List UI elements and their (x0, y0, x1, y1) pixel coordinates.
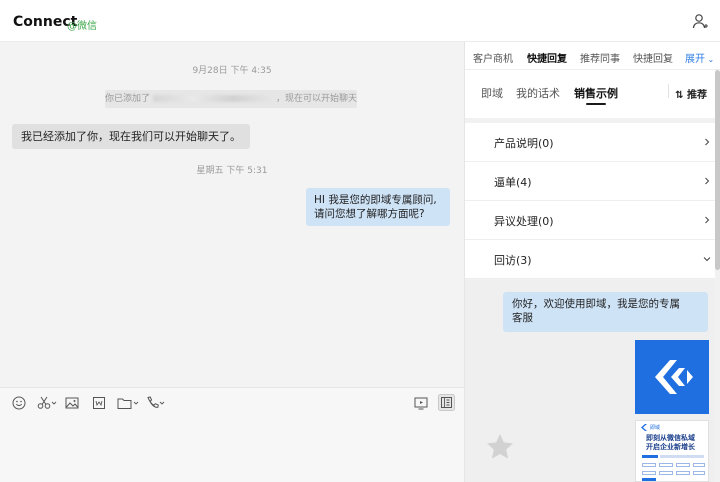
message-timestamp: 9月28日 下午 4:35 (192, 66, 272, 76)
category-row[interactable]: 产品说明(0) (465, 123, 715, 162)
category-row[interactable]: 异议处理(0) (465, 201, 715, 240)
star-icon[interactable] (485, 432, 515, 462)
outgoing-message-bubble[interactable]: HI 我是您的即域专属顾问, 请问您想了解哪方面呢? (306, 188, 450, 226)
right-panel-tabs: 客户商机 快捷回复 推荐同事 快捷回复 展开 ⌄ (465, 42, 720, 70)
tab-customer-opportunity[interactable]: 客户商机 (473, 50, 513, 65)
sidebar-toggle-icon[interactable] (438, 394, 455, 411)
tab-recommend-colleague[interactable]: 推荐同事 (580, 50, 620, 65)
redacted-name (153, 95, 274, 102)
expanded-replies: 你好，欢迎使用即域，我是您的专属 客服 即域 即刻从微信私域 开启企业新增长 (465, 280, 715, 482)
quick-reply-image-poster[interactable]: 即域 即刻从微信私域 开启企业新增长 (635, 420, 709, 482)
folder-icon[interactable] (117, 396, 139, 410)
quick-reply-text[interactable]: 你好，欢迎使用即域，我是您的专属 客服 (503, 292, 708, 332)
expand-button[interactable]: 展开 ⌄ (685, 50, 714, 65)
sort-recommend-button[interactable]: ⇅ 推荐 (675, 86, 707, 101)
poster-chip (693, 471, 705, 475)
tab-quick-reply[interactable]: 快捷回复 (527, 50, 567, 65)
quick-reply-panel: 客户商机 快捷回复 推荐同事 快捷回复 展开 ⌄ 即域 我的话术 销售示例 ⇅ … (464, 42, 720, 482)
chevron-right-icon (705, 177, 710, 185)
poster-chip (693, 463, 705, 467)
poster-chip (659, 463, 673, 467)
quick-reply-image-logo[interactable] (635, 340, 709, 414)
category-list: 产品说明(0) 逼单(4) 异议处理(0) 回访(3) (465, 123, 715, 279)
poster-chip (676, 463, 690, 467)
chevron-down-icon (703, 257, 711, 262)
brand-logo-icon (641, 424, 647, 431)
phone-icon[interactable] (145, 396, 165, 410)
system-notice-suffix: ，现在可以开始聊天了。 (276, 94, 357, 104)
tab-quick-reply-2[interactable]: 快捷回复 (633, 50, 673, 65)
message-composer[interactable] (0, 387, 464, 482)
word-file-icon[interactable] (92, 396, 106, 410)
poster-title: 即刻从微信私域 开启企业新增长 (646, 434, 695, 452)
category-label: 产品说明(0) (494, 137, 554, 150)
screen-share-icon[interactable] (414, 396, 428, 410)
poster-title-line: 即刻从微信私域 (646, 434, 695, 442)
category-row[interactable]: 逼单(4) (465, 162, 715, 201)
subtab-my-scripts[interactable]: 我的话术 (516, 85, 560, 101)
active-tab-indicator (586, 103, 606, 105)
recommend-label: 推荐 (687, 90, 707, 101)
expand-label: 展开 (685, 54, 705, 65)
poster-brand: 即域 (650, 425, 661, 431)
poster-strip (660, 455, 704, 458)
sort-icon: ⇅ (675, 90, 684, 101)
chevron-right-icon (705, 216, 710, 224)
reply-line: 客服 (512, 312, 533, 324)
category-label: 异议处理(0) (494, 215, 554, 228)
category-row[interactable]: 回访(3) (465, 240, 715, 279)
subtab-sales-examples[interactable]: 销售示例 (574, 85, 618, 101)
divider (668, 84, 669, 98)
chat-message-area[interactable]: 9月28日 下午 4:35 你已添加了 ，现在可以开始聊天了。 我已经添加了你，现… (0, 42, 464, 387)
person-icon[interactable] (692, 13, 708, 29)
reply-source-tabs: 即域 我的话术 销售示例 ⇅ 推荐 (465, 70, 720, 118)
poster-title-line: 开启企业新增长 (646, 443, 695, 451)
message-line: 请问您想了解哪方面呢? (314, 208, 425, 220)
chevron-right-icon (705, 138, 710, 146)
message-timestamp: 星期五 下午 5:31 (196, 166, 268, 176)
message-line: HI 我是您的即域专属顾问, (314, 194, 437, 206)
poster-chip (676, 471, 690, 475)
brand-logo-icon (655, 360, 693, 394)
scissors-icon[interactable] (37, 396, 57, 410)
reply-line: 你好，欢迎使用即域，我是您的专属 (512, 298, 680, 310)
system-notice-prefix: 你已添加了 (105, 94, 151, 104)
poster-chip (642, 471, 656, 475)
emoji-icon[interactable] (12, 396, 26, 410)
scrollbar[interactable] (715, 70, 720, 270)
poster-chip (659, 471, 673, 475)
contact-source-tag: @微信 (67, 21, 97, 32)
poster-chip (642, 463, 656, 467)
system-notice: 你已添加了 ，现在可以开始聊天了。 (105, 90, 357, 108)
poster-footer (642, 478, 656, 481)
chevron-down-icon: ⌄ (705, 55, 715, 64)
poster-badge (642, 455, 658, 458)
category-label: 回访(3) (494, 254, 532, 267)
chat-header: Connect @微信 (0, 0, 720, 42)
subtab-jiyu[interactable]: 即域 (481, 85, 503, 101)
incoming-message-bubble[interactable]: 我已经添加了你，现在我们可以开始聊天了。 (12, 124, 250, 149)
image-icon[interactable] (65, 396, 79, 410)
category-label: 逼单(4) (494, 176, 532, 189)
